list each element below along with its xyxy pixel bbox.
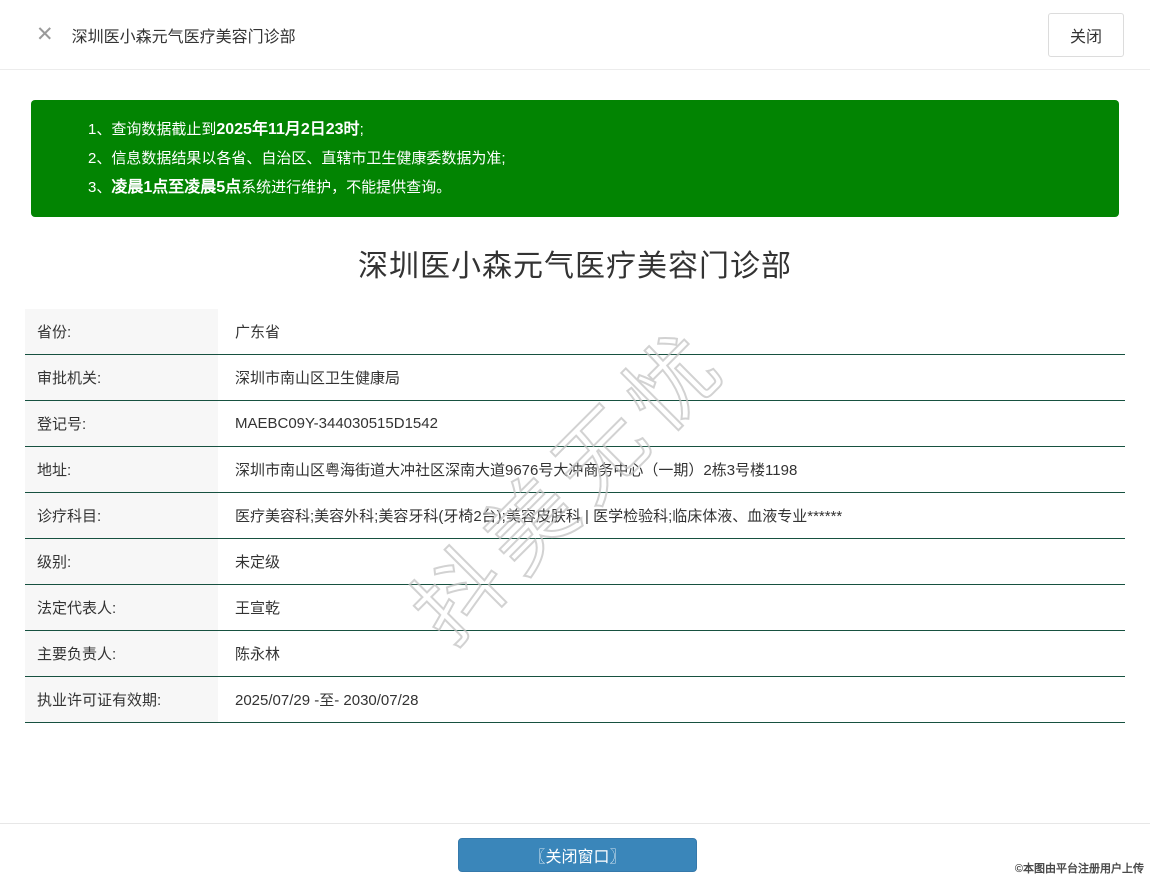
window-title: 深圳医小森元气医疗美容门诊部 bbox=[71, 28, 296, 46]
notice-line-1: 1、查询数据截止到2025年11月2日23时; bbox=[88, 115, 1099, 144]
row-legal-representative: 法定代表人: 王宣乾 bbox=[25, 585, 1125, 631]
row-approval-authority: 审批机关: 深圳市南山区卫生健康局 bbox=[25, 355, 1125, 401]
notice-line-3-tail: 系统进行维护，不能提供查询。 bbox=[241, 179, 452, 196]
row-value: 陈永林 bbox=[218, 631, 1125, 676]
row-value: 广东省 bbox=[218, 309, 1125, 354]
notice-line-2-text: 2、信息数据结果以各省、自治区、直辖市卫生健康委数据为准; bbox=[88, 150, 506, 167]
notice-line-1-bold: 2025年11月2日23时 bbox=[216, 121, 360, 138]
close-button[interactable]: 关闭 bbox=[1047, 12, 1124, 57]
row-label: 主要负责人: bbox=[25, 631, 218, 676]
row-value: 深圳市南山区卫生健康局 bbox=[218, 355, 1125, 400]
row-value: 医疗美容科;美容外科;美容牙科(牙椅2台);美容皮肤科 | 医学检验科;临床体液… bbox=[218, 493, 1125, 538]
row-label: 登记号: bbox=[25, 401, 218, 446]
row-value: 2025/07/29 -至- 2030/07/28 bbox=[218, 677, 1125, 722]
row-value: 未定级 bbox=[218, 539, 1125, 584]
notice-line-3-text: 3、 bbox=[88, 179, 112, 196]
notice-banner: 1、查询数据截止到2025年11月2日23时; 2、信息数据结果以各省、自治区、… bbox=[31, 100, 1119, 217]
row-medical-subjects: 诊疗科目: 医疗美容科;美容外科;美容牙科(牙椅2台);美容皮肤科 | 医学检验… bbox=[25, 493, 1125, 539]
page-title: 深圳医小森元气医疗美容门诊部 bbox=[358, 250, 792, 283]
row-province: 省份: 广东省 bbox=[25, 309, 1125, 355]
row-principal: 主要负责人: 陈永林 bbox=[25, 631, 1125, 677]
close-window-button[interactable]: 〖关闭窗口〗 bbox=[458, 838, 697, 872]
row-label: 省份: bbox=[25, 309, 218, 354]
row-label: 法定代表人: bbox=[25, 585, 218, 630]
row-label: 地址: bbox=[25, 447, 218, 492]
row-license-validity: 执业许可证有效期: 2025/07/29 -至- 2030/07/28 bbox=[25, 677, 1125, 723]
top-bar: ✕ 深圳医小森元气医疗美容门诊部 关闭 bbox=[0, 0, 1150, 70]
bottom-divider bbox=[0, 823, 1150, 824]
row-label: 诊疗科目: bbox=[25, 493, 218, 538]
uploader-credit-note: ©本图由平台注册用户上传 bbox=[1014, 863, 1144, 875]
notice-line-2: 2、信息数据结果以各省、自治区、直辖市卫生健康委数据为准; bbox=[88, 144, 1099, 173]
row-label: 执业许可证有效期: bbox=[25, 677, 218, 722]
row-value: 深圳市南山区粤海街道大冲社区深南大道9676号大冲商务中心（一期）2栋3号楼11… bbox=[218, 447, 1125, 492]
row-level: 级别: 未定级 bbox=[25, 539, 1125, 585]
institution-info-table: 省份: 广东省 审批机关: 深圳市南山区卫生健康局 登记号: MAEBC09Y-… bbox=[25, 309, 1125, 723]
notice-line-3: 3、凌晨1点至凌晨5点系统进行维护，不能提供查询。 bbox=[88, 173, 1099, 202]
close-x-icon[interactable]: ✕ bbox=[36, 24, 54, 45]
row-registration-number: 登记号: MAEBC09Y-344030515D1542 bbox=[25, 401, 1125, 447]
notice-line-1-tail: ; bbox=[359, 121, 364, 138]
notice-line-1-text: 1、查询数据截止到 bbox=[88, 121, 217, 138]
row-value: MAEBC09Y-344030515D1542 bbox=[218, 401, 1125, 446]
notice-line-3-bold: 凌晨1点至凌晨5点 bbox=[111, 179, 242, 196]
row-label: 级别: bbox=[25, 539, 218, 584]
row-label: 审批机关: bbox=[25, 355, 218, 400]
row-value: 王宣乾 bbox=[218, 585, 1125, 630]
row-address: 地址: 深圳市南山区粤海街道大冲社区深南大道9676号大冲商务中心（一期）2栋3… bbox=[25, 447, 1125, 493]
